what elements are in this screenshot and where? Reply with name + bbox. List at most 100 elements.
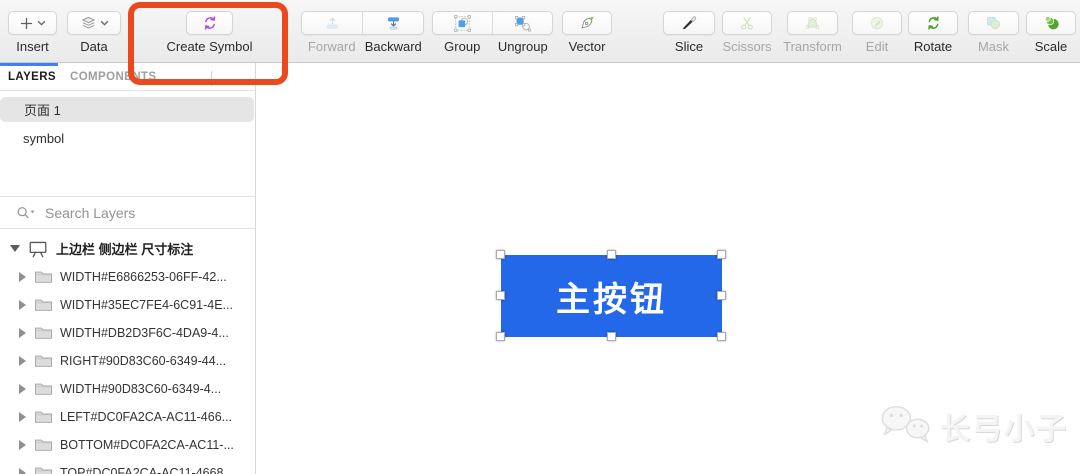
move-forward-icon bbox=[326, 17, 338, 28]
edit-button[interactable]: Edit bbox=[852, 0, 902, 63]
transform-label: Transform bbox=[783, 39, 842, 54]
layer-name: TOP#DC0FA2CA-AC11-4668... bbox=[60, 466, 234, 474]
disclosure-collapsed-icon[interactable] bbox=[19, 328, 26, 338]
selection-handle-top-left[interactable] bbox=[496, 250, 505, 259]
slice-button[interactable]: Slice bbox=[663, 0, 715, 63]
page-row-symbol[interactable]: symbol bbox=[0, 126, 254, 151]
group-ungroup-group: Group Ungroup bbox=[432, 0, 553, 63]
selection-handle-middle-left[interactable] bbox=[496, 291, 505, 300]
ungroup-button[interactable] bbox=[492, 12, 552, 34]
backward-button[interactable] bbox=[362, 12, 423, 34]
forward-label: Forward bbox=[307, 39, 356, 54]
layer-row[interactable]: WIDTH#90D83C60-6349-4... bbox=[0, 375, 255, 403]
edit-button-face[interactable] bbox=[852, 11, 902, 35]
group-label: Group bbox=[444, 39, 481, 54]
vector-button-face[interactable] bbox=[562, 11, 612, 35]
edit-label: Edit bbox=[865, 39, 889, 54]
watermark: 长弓小子 bbox=[878, 403, 1068, 449]
selection-handle-middle-right[interactable] bbox=[717, 291, 726, 300]
layer-row[interactable]: WIDTH#E6866253-06FF-42... bbox=[0, 263, 255, 291]
primary-button-layer[interactable]: 主按钮 bbox=[501, 255, 722, 337]
page-row-page1[interactable]: 页面 1 bbox=[0, 97, 254, 122]
disclosure-collapsed-icon[interactable] bbox=[19, 440, 26, 450]
insert-label: Insert bbox=[16, 39, 49, 54]
selection-handle-bottom-left[interactable] bbox=[496, 332, 505, 341]
layer-name: WIDTH#E6866253-06FF-42... bbox=[60, 270, 227, 284]
highlight-annotation-box bbox=[128, 2, 288, 85]
data-label: Data bbox=[80, 39, 108, 54]
mask-label: Mask bbox=[977, 39, 1010, 54]
ungroup-icon bbox=[515, 15, 531, 31]
layer-row[interactable]: RIGHT#90D83C60-6349-44... bbox=[0, 347, 255, 375]
selection-handle-bottom-right[interactable] bbox=[717, 332, 726, 341]
layer-row[interactable]: WIDTH#DB2D3F6C-4DA9-4... bbox=[0, 319, 255, 347]
folder-icon bbox=[35, 299, 52, 311]
disclosure-collapsed-icon[interactable] bbox=[19, 272, 26, 282]
transform-button-face[interactable] bbox=[787, 11, 838, 35]
scale-label: Scale bbox=[1034, 39, 1068, 54]
layer-row[interactable]: TOP#DC0FA2CA-AC11-4668... bbox=[0, 459, 255, 474]
artboard-tree-item[interactable]: 上边栏 侧边栏 尺寸标注 bbox=[0, 233, 255, 263]
vector-button[interactable]: Vector bbox=[562, 0, 612, 63]
chevron-down-icon bbox=[100, 20, 108, 26]
edit-icon bbox=[870, 16, 884, 30]
tab-layers[interactable]: LAYERS bbox=[8, 71, 56, 83]
disclosure-collapsed-icon[interactable] bbox=[19, 356, 26, 366]
selection-handle-top-right[interactable] bbox=[717, 250, 726, 259]
layer-row[interactable]: LEFT#DC0FA2CA-AC11-466... bbox=[0, 403, 255, 431]
scale-button[interactable]: Scale bbox=[1026, 0, 1076, 63]
search-input[interactable] bbox=[45, 204, 225, 221]
selection-handle-top-center[interactable] bbox=[607, 250, 616, 259]
page-row-label: 页面 1 bbox=[24, 103, 61, 118]
ungroup-label: Ungroup bbox=[497, 39, 548, 54]
plus-icon bbox=[20, 17, 33, 29]
pen-nib-icon bbox=[581, 16, 594, 29]
search-icon bbox=[17, 207, 35, 219]
slice-button-face[interactable] bbox=[663, 11, 715, 35]
disclosure-collapsed-icon[interactable] bbox=[19, 384, 26, 394]
layers-stack-icon bbox=[81, 16, 95, 29]
page-row-label: symbol bbox=[23, 131, 65, 146]
artboard-name: 上边栏 侧边栏 尺寸标注 bbox=[56, 241, 194, 257]
scale-circles-icon bbox=[1044, 16, 1059, 30]
mask-button[interactable]: Mask bbox=[968, 0, 1019, 63]
rotate-arrows-icon bbox=[927, 16, 939, 30]
disclosure-expanded-icon[interactable] bbox=[10, 244, 20, 252]
rotate-button[interactable]: Rotate bbox=[908, 0, 958, 63]
scissors-button-face[interactable] bbox=[722, 11, 772, 35]
artboard-icon bbox=[29, 241, 47, 257]
backward-label: Backward bbox=[364, 39, 422, 54]
chevron-down-icon bbox=[37, 20, 46, 26]
data-button[interactable]: Data bbox=[67, 0, 121, 63]
scissors-icon bbox=[741, 17, 753, 30]
data-button-face[interactable] bbox=[67, 11, 121, 35]
disclosure-collapsed-icon[interactable] bbox=[19, 412, 26, 422]
chat-bubbles-icon bbox=[881, 405, 930, 444]
folder-icon bbox=[35, 467, 52, 474]
slice-label: Slice bbox=[674, 39, 704, 54]
scale-button-face[interactable] bbox=[1026, 11, 1076, 35]
scissors-button[interactable]: Scissors bbox=[722, 0, 772, 63]
layer-row[interactable]: WIDTH#35EC7FE4-6C91-4E... bbox=[0, 291, 255, 319]
group-button[interactable] bbox=[433, 12, 492, 34]
primary-button-text: 主按钮 bbox=[556, 280, 667, 319]
mask-icon bbox=[987, 17, 1001, 30]
transform-button[interactable]: Transform bbox=[783, 0, 842, 63]
transform-icon bbox=[806, 17, 819, 29]
forward-button[interactable] bbox=[302, 12, 362, 34]
search-layers-field[interactable] bbox=[0, 196, 255, 229]
disclosure-collapsed-icon[interactable] bbox=[19, 300, 26, 310]
insert-button[interactable]: Insert bbox=[8, 0, 57, 63]
layer-row[interactable]: BOTTOM#DC0FA2CA-AC11-... bbox=[0, 431, 255, 459]
rotate-button-face[interactable] bbox=[908, 11, 958, 35]
group-icon bbox=[454, 14, 471, 32]
mask-button-face[interactable] bbox=[968, 11, 1019, 35]
disclosure-collapsed-icon[interactable] bbox=[19, 468, 26, 474]
sketch-app-window: Insert Data Create Symbol Forward Backwa… bbox=[0, 0, 1080, 474]
layer-name: WIDTH#90D83C60-6349-4... bbox=[60, 382, 222, 396]
selection-handle-bottom-center[interactable] bbox=[607, 332, 616, 341]
insert-button-face[interactable] bbox=[8, 11, 57, 35]
folder-icon bbox=[35, 439, 52, 451]
folder-icon bbox=[35, 271, 52, 283]
layer-name: WIDTH#35EC7FE4-6C91-4E... bbox=[60, 298, 233, 312]
